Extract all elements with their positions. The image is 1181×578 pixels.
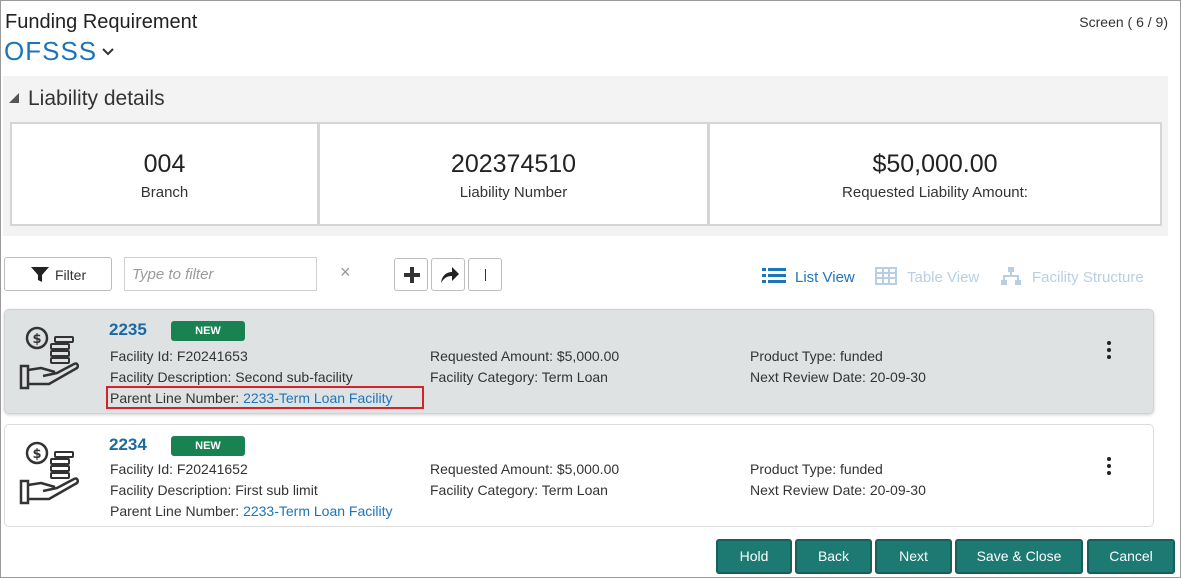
facility-number[interactable]: 2234 [109, 435, 147, 455]
chevron-down-icon[interactable] [100, 44, 116, 60]
facility-category: Facility Category: Term Loan [430, 482, 608, 498]
stat-label: Requested Liability Amount: [842, 184, 1028, 201]
facility-id: Facility Id: F20241653 [110, 348, 248, 364]
stat-value: 202374510 [450, 150, 577, 178]
list-view-label: List View [795, 269, 855, 286]
requested-amount: Requested Amount: $5,000.00 [430, 461, 620, 477]
stat-requested-amount: $50,000.00 Requested Liability Amount: [708, 122, 1162, 226]
stat-label: Liability Number [459, 184, 568, 201]
stat-branch: 004 Branch [10, 122, 319, 226]
next-button[interactable]: Next [875, 539, 952, 574]
kebab-menu-icon[interactable] [1103, 457, 1115, 481]
stat-liability-number: 202374510 Liability Number [318, 122, 709, 226]
filter-button[interactable]: Filter [4, 257, 112, 291]
money-hand-icon: $ [19, 326, 80, 390]
hierarchy-icon [1001, 267, 1021, 285]
clear-filter-icon[interactable]: × [340, 262, 351, 283]
facility-structure-label: Facility Structure [1032, 269, 1144, 286]
next-review-date: Next Review Date: 20-09-30 [750, 482, 926, 498]
filter-icon [31, 267, 49, 282]
parent-line-number: Parent Line Number: 2233-Term Loan Facil… [110, 503, 392, 519]
facility-card[interactable]: $ 2234 NEW Facility Id: F20241652 Facili… [4, 424, 1154, 527]
product-type: Product Type: funded [750, 348, 883, 364]
kebab-menu-icon[interactable] [1103, 341, 1115, 365]
table-view-label: Table View [907, 269, 980, 286]
more-tool-button[interactable] [468, 258, 502, 291]
liability-section-title: Liability details [28, 87, 165, 110]
parent-line-link[interactable]: 2233-Term Loan Facility [243, 503, 392, 519]
svg-text:$: $ [32, 332, 41, 347]
filter-input[interactable] [124, 257, 317, 291]
status-badge: NEW [171, 436, 245, 456]
next-review-date: Next Review Date: 20-09-30 [750, 369, 926, 385]
filter-label: Filter [55, 267, 87, 283]
parent-line-label: Parent Line Number: [110, 503, 244, 519]
save-close-button[interactable]: Save & Close [955, 539, 1083, 574]
add-button[interactable] [394, 258, 428, 291]
list-view-icon [762, 268, 786, 283]
share-button[interactable] [431, 258, 465, 291]
divider-icon [485, 269, 486, 281]
highlight-box [106, 386, 424, 409]
facility-description: Facility Description: Second sub-facilit… [110, 369, 353, 385]
table-view-icon [875, 267, 897, 285]
facility-category: Facility Category: Term Loan [430, 369, 608, 385]
product-type: Product Type: funded [750, 461, 883, 477]
back-button[interactable]: Back [795, 539, 872, 574]
cancel-button[interactable]: Cancel [1087, 539, 1175, 574]
status-badge: NEW [171, 321, 245, 341]
hold-button[interactable]: Hold [716, 539, 792, 574]
screen-indicator: Screen ( 6 / 9) [1079, 14, 1168, 30]
app-subtitle[interactable]: OFSSS [4, 36, 97, 67]
stat-value: $50,000.00 [872, 150, 998, 178]
collapse-triangle-icon[interactable] [8, 92, 20, 104]
svg-text:$: $ [32, 447, 41, 462]
facility-number[interactable]: 2235 [109, 320, 147, 340]
share-arrow-icon [441, 267, 459, 283]
stat-label: Branch [140, 184, 189, 201]
facility-description: Facility Description: First sub limit [110, 482, 318, 498]
page-title: Funding Requirement [5, 11, 198, 33]
stat-value: 004 [143, 150, 186, 178]
requested-amount: Requested Amount: $5,000.00 [430, 348, 620, 364]
facility-id: Facility Id: F20241652 [110, 461, 248, 477]
facility-card[interactable]: $ 2235 NEW Facility Id: F20241653 Facili… [4, 309, 1154, 414]
money-hand-icon: $ [19, 441, 80, 505]
plus-icon [404, 267, 420, 283]
